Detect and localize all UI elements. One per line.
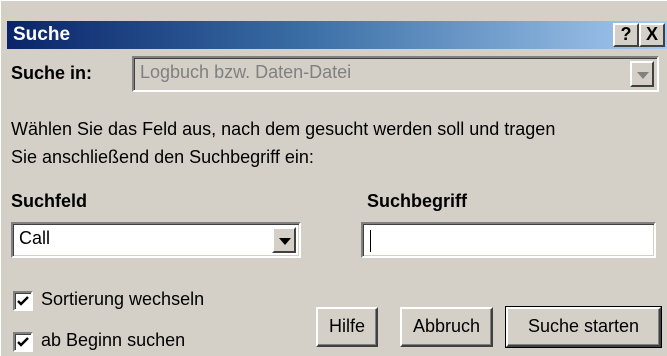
checkmark-icon xyxy=(17,337,29,347)
search-in-combo[interactable]: Logbuch bzw. Daten-Datei xyxy=(132,56,659,92)
help-button[interactable]: Hilfe xyxy=(316,307,378,347)
search-dialog: Suche ? X Suche in: Logbuch bzw. Daten-D… xyxy=(0,0,667,356)
search-in-value: Logbuch bzw. Daten-Datei xyxy=(140,62,352,82)
suchfeld-label: Suchfeld xyxy=(11,191,88,211)
help-icon[interactable]: ? xyxy=(613,23,639,47)
ab-beginn-label[interactable]: ab Beginn suchen xyxy=(41,330,185,351)
instructions-line-1: Wählen Sie das Feld aus, nach dem gesuch… xyxy=(11,119,556,139)
chevron-down-icon xyxy=(637,72,649,79)
suchfeld-dropdown-button[interactable] xyxy=(272,227,296,253)
chevron-down-icon xyxy=(279,238,291,245)
start-search-button[interactable]: Suche starten xyxy=(505,306,662,348)
search-in-label: Suche in: xyxy=(11,63,93,83)
instructions-line-2: Sie anschließend den Suchbegriff ein: xyxy=(11,147,314,167)
suchfeld-value: Call xyxy=(19,228,51,248)
cancel-button[interactable]: Abbruch xyxy=(400,307,493,347)
sortierung-checkbox[interactable] xyxy=(13,291,33,311)
suchfeld-combo[interactable]: Call xyxy=(11,222,301,258)
window-title: Suche xyxy=(13,24,71,45)
close-icon[interactable]: X xyxy=(639,23,665,47)
sortierung-label[interactable]: Sortierung wechseln xyxy=(41,289,204,310)
text-caret xyxy=(370,230,371,252)
title-bar[interactable]: Suche ? X xyxy=(7,21,667,49)
ab-beginn-checkbox[interactable] xyxy=(13,332,33,352)
search-in-dropdown-button[interactable] xyxy=(630,61,654,87)
checkmark-icon xyxy=(17,296,29,306)
suchbegriff-input[interactable] xyxy=(361,222,656,258)
suchbegriff-label: Suchbegriff xyxy=(367,191,468,211)
